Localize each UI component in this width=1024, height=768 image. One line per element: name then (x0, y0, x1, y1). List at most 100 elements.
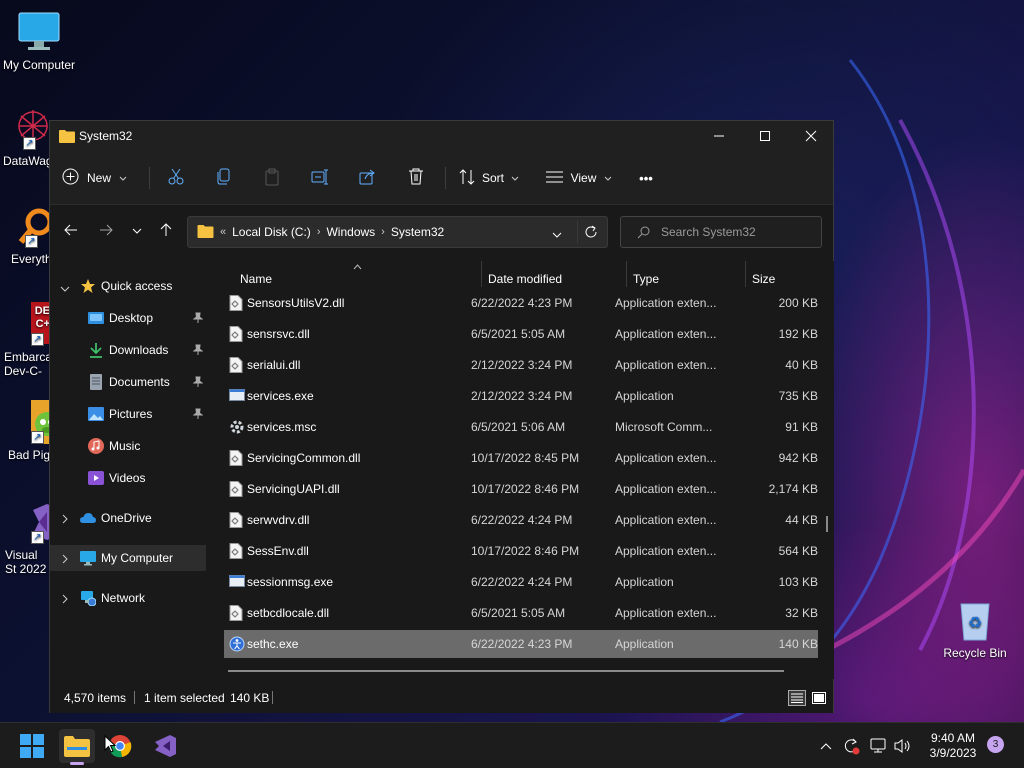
table-row[interactable]: SensorsUtilsV2.dll 6/22/2022 4:23 PM Appli… (224, 289, 818, 317)
up-button[interactable] (152, 219, 180, 243)
search-placeholder: Search System32 (661, 225, 756, 239)
notification-badge[interactable]: 3 (987, 736, 1004, 753)
start-button[interactable] (14, 729, 50, 763)
item-count: 4,570 items (64, 691, 127, 705)
sidebar-item-videos[interactable]: Videos (50, 465, 206, 491)
file-name: ServicingUAPI.dll (247, 482, 340, 496)
table-row[interactable]: sessionmsg.exe 6/22/2022 4:24 PM Applicati… (224, 568, 818, 596)
table-row[interactable]: SessEnv.dll 10/17/2022 8:46 PM Application… (224, 537, 818, 565)
arrow-up-icon (160, 222, 172, 240)
table-row[interactable]: ServicingUAPI.dll 10/17/2022 8:46 PM Appli… (224, 475, 818, 503)
explorer-window: System32 New Sort View ••• « Local Disk … (49, 120, 834, 713)
sidebar-item-onedrive[interactable]: OneDrive (50, 505, 206, 531)
file-type: Application exten... (615, 451, 717, 465)
clipboard-icon (264, 168, 280, 189)
sidebar-item-downloads[interactable]: Downloads (50, 337, 206, 363)
table-row[interactable]: services.exe 2/12/2022 3:24 PM Application… (224, 382, 818, 410)
view-button[interactable]: View (544, 163, 614, 193)
file-date-modified: 10/17/2022 8:45 PM (471, 451, 580, 465)
breadcrumb-windows[interactable]: Windows (326, 225, 375, 239)
sidebar-item-network[interactable]: Network (50, 585, 206, 611)
monitor-icon (80, 550, 96, 566)
taskbar-file-explorer[interactable] (59, 729, 95, 765)
desktop-icon-my-computer[interactable]: My Computer (0, 10, 78, 72)
share-button[interactable] (353, 163, 383, 193)
search-input[interactable]: Search System32 (620, 216, 822, 248)
recent-locations-button[interactable] (123, 219, 151, 243)
refresh-button[interactable] (577, 221, 603, 243)
selection-count: 1 item selected (144, 691, 225, 705)
accessibility-icon (229, 636, 245, 655)
file-type: Application (615, 575, 674, 589)
breadcrumb-system32[interactable]: System32 (391, 225, 444, 239)
cut-button[interactable] (161, 163, 191, 193)
clock-date: 3/9/2023 (929, 746, 977, 760)
taskbar-visual-studio[interactable] (147, 729, 183, 763)
sort-button[interactable]: Sort (456, 163, 522, 193)
pin-icon[interactable] (192, 312, 204, 327)
file-size: 40 KB (785, 358, 818, 372)
shortcut-arrow-icon: ↗ (31, 333, 44, 346)
toolbar-separator (445, 167, 446, 189)
address-history-dropdown[interactable] (552, 228, 562, 242)
breadcrumb-separator[interactable]: › (381, 226, 385, 238)
paste-button[interactable] (257, 163, 287, 193)
maximize-button[interactable] (742, 121, 788, 151)
desktop-icon-recycle-bin[interactable]: ♻ Recycle Bin (936, 598, 1014, 660)
shortcut-arrow-icon: ↗ (31, 531, 44, 544)
back-button[interactable] (57, 219, 85, 243)
table-row[interactable]: services.msc 6/5/2021 5:06 AM Microsoft Co… (224, 413, 818, 441)
copy-button[interactable] (209, 163, 239, 193)
table-row[interactable]: setbcdlocale.dll 6/5/2021 5:05 AM Applicat… (224, 599, 818, 627)
minimize-button[interactable] (696, 121, 742, 151)
sidebar-item-desktop[interactable]: Desktop (50, 305, 206, 331)
breadcrumb-separator[interactable]: › (317, 226, 321, 238)
sidebar-item-music[interactable]: Music (50, 433, 206, 459)
chevron-down-icon (60, 282, 70, 296)
sidebar-item-my-computer[interactable]: My Computer (50, 545, 206, 571)
sync-status-icon-button[interactable] (840, 723, 862, 768)
new-button[interactable]: New (62, 163, 136, 193)
sidebar-item-pictures[interactable]: Pictures (50, 401, 206, 427)
sidebar-item-documents[interactable]: Documents (50, 369, 206, 395)
breadcrumb-overflow[interactable]: « (220, 226, 226, 238)
table-row[interactable]: serialui.dll 2/12/2022 3:24 PM Application… (224, 351, 818, 379)
close-button[interactable] (788, 121, 834, 151)
column-header-size[interactable]: Size (752, 272, 775, 286)
pin-icon[interactable] (192, 408, 204, 423)
column-header-type[interactable]: Type (633, 272, 659, 286)
tiles-view-button[interactable] (811, 690, 827, 706)
table-row[interactable]: sensrsvc.dll 6/5/2021 5:05 AM Application … (224, 320, 818, 348)
column-divider[interactable] (745, 261, 746, 287)
tiles-view-icon (812, 692, 826, 704)
rename-button[interactable] (305, 163, 335, 193)
more-options-button[interactable]: ••• (630, 163, 662, 193)
network-tray-button[interactable] (868, 723, 890, 768)
delete-button[interactable] (401, 163, 431, 193)
details-view-button[interactable] (788, 690, 806, 706)
column-header-name[interactable]: Name (240, 272, 272, 286)
address-bar[interactable]: « Local Disk (C:) › Windows › System32 (187, 216, 608, 248)
file-list: SensorsNativeApi.V2.dll6/22/2022 4:23 PM… (208, 261, 834, 679)
column-header-date-modified[interactable]: Date modified (488, 272, 562, 286)
file-size: 200 KB (778, 296, 818, 310)
show-hidden-icons-button[interactable] (816, 723, 836, 768)
pin-icon[interactable] (192, 376, 204, 391)
volume-tray-button[interactable] (892, 723, 914, 768)
column-divider[interactable] (481, 261, 482, 287)
table-row[interactable]: sethc.exe 6/22/2022 4:23 PM Application 140… (224, 630, 818, 658)
vertical-scrollbar[interactable] (826, 516, 828, 532)
column-divider[interactable] (626, 261, 627, 287)
video-icon (88, 470, 104, 486)
forward-button[interactable] (92, 219, 120, 243)
breadcrumb-local-disk[interactable]: Local Disk (C:) (232, 225, 311, 239)
clock[interactable]: 9:40 AM 3/9/2023 (918, 731, 988, 761)
horizontal-scrollbar[interactable] (228, 670, 784, 672)
star-icon (80, 278, 96, 294)
file-name: serwvdrv.dll (247, 513, 310, 527)
sidebar-item-quick-access[interactable]: Quick access (50, 273, 206, 299)
table-row[interactable]: ServicingCommon.dll 10/17/2022 8:45 PM App… (224, 444, 818, 472)
pin-icon[interactable] (192, 344, 204, 359)
title-bar[interactable]: System32 (50, 121, 833, 151)
table-row[interactable]: serwvdrv.dll 6/22/2022 4:24 PM Application… (224, 506, 818, 534)
